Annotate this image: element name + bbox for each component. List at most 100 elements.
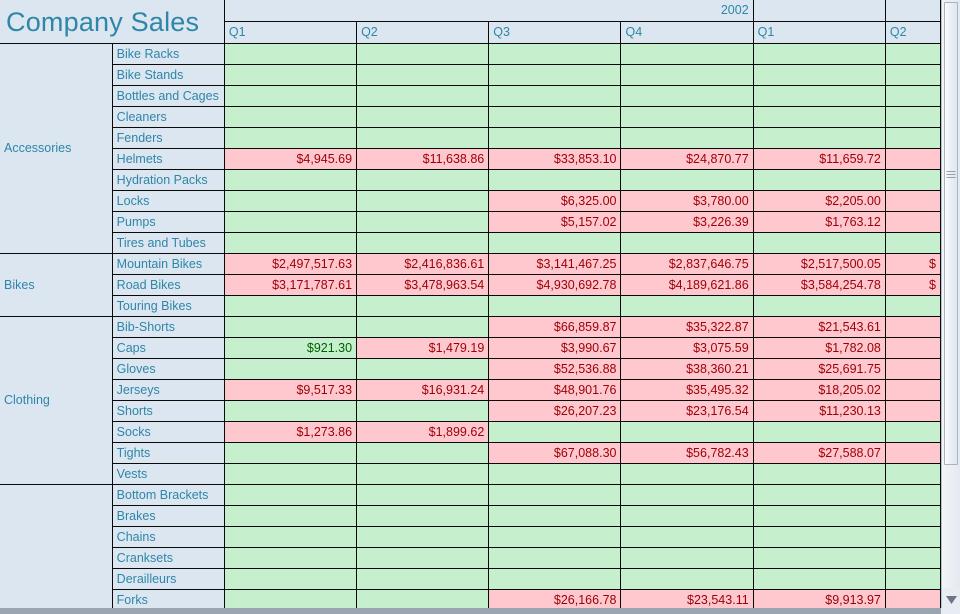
- value-cell[interactable]: [620, 568, 754, 590]
- value-cell[interactable]: [752, 505, 886, 527]
- vertical-scrollbar-thumb[interactable]: [944, 2, 958, 465]
- value-cell[interactable]: [356, 484, 490, 506]
- value-cell[interactable]: [884, 148, 941, 170]
- value-cell[interactable]: [223, 442, 358, 464]
- value-cell[interactable]: $3,990.67: [488, 337, 622, 359]
- value-cell[interactable]: [223, 505, 358, 527]
- value-cell[interactable]: [223, 106, 358, 128]
- value-cell[interactable]: [488, 64, 622, 86]
- value-cell[interactable]: $1,899.62: [356, 421, 490, 443]
- value-cell[interactable]: $3,780.00: [620, 190, 754, 212]
- product-label[interactable]: Cleaners: [111, 106, 225, 128]
- value-cell[interactable]: [752, 421, 886, 443]
- value-cell[interactable]: [488, 127, 622, 149]
- value-cell[interactable]: $5,157.02: [488, 211, 622, 233]
- product-label[interactable]: Caps: [111, 337, 225, 359]
- value-cell[interactable]: [488, 526, 622, 548]
- value-cell[interactable]: [620, 505, 754, 527]
- product-label[interactable]: Socks: [111, 421, 225, 443]
- value-cell[interactable]: $35,495.32: [620, 379, 754, 401]
- product-label[interactable]: Bike Racks: [111, 43, 225, 65]
- value-cell[interactable]: $9,517.33: [223, 379, 358, 401]
- value-cell[interactable]: $4,189,621.86: [620, 274, 754, 296]
- value-cell[interactable]: [223, 85, 358, 107]
- value-cell[interactable]: $11,638.86: [356, 148, 490, 170]
- value-cell[interactable]: [356, 127, 490, 149]
- value-cell[interactable]: [752, 43, 886, 65]
- value-cell[interactable]: [356, 505, 490, 527]
- value-cell[interactable]: $26,207.23: [488, 400, 622, 422]
- value-cell[interactable]: $56,782.43: [620, 442, 754, 464]
- value-cell[interactable]: [884, 211, 941, 233]
- value-cell[interactable]: [356, 568, 490, 590]
- product-label[interactable]: Road Bikes: [111, 274, 225, 296]
- value-cell[interactable]: $1,479.19: [356, 337, 490, 359]
- value-cell[interactable]: $3,478,963.54: [356, 274, 490, 296]
- value-cell[interactable]: $11,659.72: [752, 148, 886, 170]
- value-cell[interactable]: [884, 505, 941, 527]
- value-cell[interactable]: [223, 43, 358, 65]
- product-label[interactable]: Hydration Packs: [111, 169, 225, 191]
- value-cell[interactable]: [488, 463, 622, 485]
- value-cell[interactable]: [488, 85, 622, 107]
- value-cell[interactable]: [620, 526, 754, 548]
- value-cell[interactable]: $66,859.87: [488, 316, 622, 338]
- value-cell[interactable]: [884, 463, 941, 485]
- product-label[interactable]: Touring Bikes: [111, 295, 225, 317]
- value-cell[interactable]: [356, 85, 490, 107]
- value-cell[interactable]: [620, 127, 754, 149]
- value-cell[interactable]: [356, 526, 490, 548]
- value-cell[interactable]: [884, 106, 941, 128]
- value-cell[interactable]: [620, 43, 754, 65]
- value-cell[interactable]: $48,901.76: [488, 379, 622, 401]
- product-label[interactable]: Fenders: [111, 127, 225, 149]
- value-cell[interactable]: $3,075.59: [620, 337, 754, 359]
- value-cell[interactable]: [356, 211, 490, 233]
- scroll-down-arrow-icon[interactable]: [942, 592, 960, 608]
- value-cell[interactable]: [884, 337, 941, 359]
- value-cell[interactable]: [356, 169, 490, 191]
- value-cell[interactable]: [356, 547, 490, 569]
- value-cell[interactable]: [223, 295, 358, 317]
- value-cell[interactable]: [356, 316, 490, 338]
- value-cell[interactable]: [620, 421, 754, 443]
- value-cell[interactable]: $33,853.10: [488, 148, 622, 170]
- value-cell[interactable]: [620, 295, 754, 317]
- column-header-q2[interactable]: Q2: [356, 21, 490, 44]
- product-label[interactable]: Bike Stands: [111, 64, 225, 86]
- value-cell[interactable]: $1,273.86: [223, 421, 358, 443]
- sheet-viewport[interactable]: Company Sales 2002 Q1 Q2 Q3 Q4 Q1 Q2 Accessories…: [0, 0, 941, 614]
- product-label[interactable]: Shorts: [111, 400, 225, 422]
- value-cell[interactable]: [356, 106, 490, 128]
- value-cell[interactable]: $2,517,500.05: [752, 253, 886, 275]
- value-cell[interactable]: [488, 421, 622, 443]
- value-cell[interactable]: [488, 106, 622, 128]
- value-cell[interactable]: $52,536.88: [488, 358, 622, 380]
- column-header-q4[interactable]: Q4: [620, 21, 754, 44]
- value-cell[interactable]: [884, 295, 941, 317]
- value-cell[interactable]: [223, 316, 358, 338]
- product-label[interactable]: Vests: [111, 463, 225, 485]
- value-cell[interactable]: $3,171,787.61: [223, 274, 358, 296]
- value-cell[interactable]: [223, 232, 358, 254]
- value-cell[interactable]: $: [884, 253, 941, 275]
- value-cell[interactable]: [884, 568, 941, 590]
- value-cell[interactable]: [223, 169, 358, 191]
- value-cell[interactable]: [752, 232, 886, 254]
- value-cell[interactable]: $2,416,836.61: [356, 253, 490, 275]
- value-cell[interactable]: $4,945.69: [223, 148, 358, 170]
- value-cell[interactable]: $4,930,692.78: [488, 274, 622, 296]
- product-label[interactable]: Bib-Shorts: [111, 316, 225, 338]
- value-cell[interactable]: $11,230.13: [752, 400, 886, 422]
- value-cell[interactable]: $921.30: [223, 337, 358, 359]
- value-cell[interactable]: [620, 547, 754, 569]
- value-cell[interactable]: $3,226.39: [620, 211, 754, 233]
- column-header-q3[interactable]: Q3: [488, 21, 622, 44]
- value-cell[interactable]: [620, 463, 754, 485]
- value-cell[interactable]: $24,870.77: [620, 148, 754, 170]
- value-cell[interactable]: [752, 169, 886, 191]
- value-cell[interactable]: [488, 43, 622, 65]
- value-cell[interactable]: [223, 547, 358, 569]
- value-cell[interactable]: $38,360.21: [620, 358, 754, 380]
- value-cell[interactable]: [884, 421, 941, 443]
